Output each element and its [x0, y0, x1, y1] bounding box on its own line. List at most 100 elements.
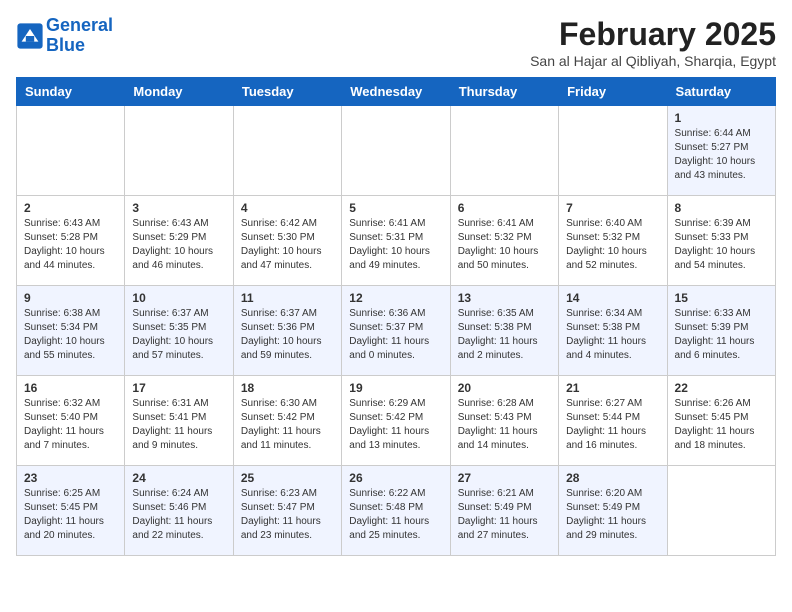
day-number: 15	[675, 291, 768, 305]
calendar-cell: 3 Sunrise: 6:43 AM Sunset: 5:29 PM Daylig…	[125, 196, 233, 286]
calendar-cell: 19 Sunrise: 6:29 AM Sunset: 5:42 PM Dayli…	[342, 376, 450, 466]
calendar-cell: 23Sunrise: 6:25 AM Sunset: 5:45 PM Dayli…	[17, 466, 125, 556]
day-number: 11	[241, 291, 334, 305]
page-header: General Blue February 2025 San al Hajar …	[16, 16, 776, 69]
day-info: Sunrise: 6:20 AM Sunset: 5:49 PM Dayligh…	[566, 487, 659, 543]
calendar-cell: 10Sunrise: 6:37 AM Sunset: 5:35 PM Dayli…	[125, 286, 233, 376]
day-info: Sunrise: 6:21 AM Sunset: 5:49 PM Dayligh…	[458, 487, 551, 543]
calendar-cell: 16 Sunrise: 6:32 AM Sunset: 5:40 PM Dayli…	[17, 376, 125, 466]
calendar-cell: 26 Sunrise: 6:22 AM Sunset: 5:48 PM Dayli…	[342, 466, 450, 556]
calendar-table: SundayMondayTuesdayWednesdayThursdayFrid…	[16, 77, 776, 556]
calendar-header-row: SundayMondayTuesdayWednesdayThursdayFrid…	[17, 78, 776, 106]
calendar-cell	[667, 466, 775, 556]
day-number: 6	[458, 201, 551, 215]
day-header-wednesday: Wednesday	[342, 78, 450, 106]
day-number: 18	[241, 381, 334, 395]
calendar-cell: 14 Sunrise: 6:34 AM Sunset: 5:38 PM Dayli…	[559, 286, 667, 376]
day-number: 5	[349, 201, 442, 215]
day-info: Sunrise: 6:24 AM Sunset: 5:46 PM Dayligh…	[132, 487, 225, 543]
calendar-cell: 17Sunrise: 6:31 AM Sunset: 5:41 PM Dayli…	[125, 376, 233, 466]
day-number: 22	[675, 381, 768, 395]
logo-text: General Blue	[46, 16, 113, 56]
day-number: 7	[566, 201, 659, 215]
day-number: 3	[132, 201, 225, 215]
day-info: Sunrise: 6:41 AM Sunset: 5:32 PM Dayligh…	[458, 217, 551, 273]
day-number: 16	[24, 381, 117, 395]
calendar-cell: 4 Sunrise: 6:42 AM Sunset: 5:30 PM Daylig…	[233, 196, 341, 286]
day-number: 28	[566, 471, 659, 485]
day-number: 25	[241, 471, 334, 485]
calendar-cell: 8 Sunrise: 6:39 AM Sunset: 5:33 PM Daylig…	[667, 196, 775, 286]
day-info: Sunrise: 6:44 AM Sunset: 5:27 PM Dayligh…	[675, 127, 768, 183]
calendar-cell: 11Sunrise: 6:37 AM Sunset: 5:36 PM Dayli…	[233, 286, 341, 376]
day-info: Sunrise: 6:40 AM Sunset: 5:32 PM Dayligh…	[566, 217, 659, 273]
calendar-body: 1Sunrise: 6:44 AM Sunset: 5:27 PM Daylig…	[17, 106, 776, 556]
calendar-cell: 2 Sunrise: 6:43 AM Sunset: 5:28 PM Daylig…	[17, 196, 125, 286]
subtitle: San al Hajar al Qibliyah, Sharqia, Egypt	[530, 53, 776, 69]
day-number: 19	[349, 381, 442, 395]
calendar-cell: 20Sunrise: 6:28 AM Sunset: 5:43 PM Dayli…	[450, 376, 558, 466]
day-number: 20	[458, 381, 551, 395]
day-number: 14	[566, 291, 659, 305]
day-header-sunday: Sunday	[17, 78, 125, 106]
day-info: Sunrise: 6:34 AM Sunset: 5:38 PM Dayligh…	[566, 307, 659, 363]
calendar-cell: 5 Sunrise: 6:41 AM Sunset: 5:31 PM Daylig…	[342, 196, 450, 286]
day-info: Sunrise: 6:43 AM Sunset: 5:28 PM Dayligh…	[24, 217, 117, 273]
calendar-cell	[125, 106, 233, 196]
day-number: 21	[566, 381, 659, 395]
calendar-week-row: 2 Sunrise: 6:43 AM Sunset: 5:28 PM Daylig…	[17, 196, 776, 286]
day-info: Sunrise: 6:43 AM Sunset: 5:29 PM Dayligh…	[132, 217, 225, 273]
logo: General Blue	[16, 16, 113, 56]
calendar-cell: 18Sunrise: 6:30 AM Sunset: 5:42 PM Dayli…	[233, 376, 341, 466]
day-info: Sunrise: 6:27 AM Sunset: 5:44 PM Dayligh…	[566, 397, 659, 453]
calendar-cell	[342, 106, 450, 196]
calendar-cell	[559, 106, 667, 196]
calendar-cell: 9Sunrise: 6:38 AM Sunset: 5:34 PM Daylig…	[17, 286, 125, 376]
day-info: Sunrise: 6:26 AM Sunset: 5:45 PM Dayligh…	[675, 397, 768, 453]
calendar-cell: 1Sunrise: 6:44 AM Sunset: 5:27 PM Daylig…	[667, 106, 775, 196]
calendar-cell: 28 Sunrise: 6:20 AM Sunset: 5:49 PM Dayli…	[559, 466, 667, 556]
day-info: Sunrise: 6:31 AM Sunset: 5:41 PM Dayligh…	[132, 397, 225, 453]
month-title: February 2025	[530, 16, 776, 53]
day-number: 4	[241, 201, 334, 215]
day-header-friday: Friday	[559, 78, 667, 106]
day-number: 9	[24, 291, 117, 305]
day-number: 27	[458, 471, 551, 485]
day-info: Sunrise: 6:35 AM Sunset: 5:38 PM Dayligh…	[458, 307, 551, 363]
day-number: 26	[349, 471, 442, 485]
day-info: Sunrise: 6:23 AM Sunset: 5:47 PM Dayligh…	[241, 487, 334, 543]
day-info: Sunrise: 6:32 AM Sunset: 5:40 PM Dayligh…	[24, 397, 117, 453]
day-number: 2	[24, 201, 117, 215]
calendar-cell: 15Sunrise: 6:33 AM Sunset: 5:39 PM Dayli…	[667, 286, 775, 376]
logo-icon	[16, 22, 44, 50]
day-info: Sunrise: 6:42 AM Sunset: 5:30 PM Dayligh…	[241, 217, 334, 273]
day-info: Sunrise: 6:36 AM Sunset: 5:37 PM Dayligh…	[349, 307, 442, 363]
calendar-cell: 27 Sunrise: 6:21 AM Sunset: 5:49 PM Dayli…	[450, 466, 558, 556]
calendar-cell: 13 Sunrise: 6:35 AM Sunset: 5:38 PM Dayli…	[450, 286, 558, 376]
day-header-tuesday: Tuesday	[233, 78, 341, 106]
calendar-cell: 22 Sunrise: 6:26 AM Sunset: 5:45 PM Dayli…	[667, 376, 775, 466]
calendar-week-row: 9Sunrise: 6:38 AM Sunset: 5:34 PM Daylig…	[17, 286, 776, 376]
day-number: 8	[675, 201, 768, 215]
calendar-cell: 12 Sunrise: 6:36 AM Sunset: 5:37 PM Dayli…	[342, 286, 450, 376]
day-header-monday: Monday	[125, 78, 233, 106]
calendar-week-row: 1Sunrise: 6:44 AM Sunset: 5:27 PM Daylig…	[17, 106, 776, 196]
day-header-thursday: Thursday	[450, 78, 558, 106]
calendar-cell: 21 Sunrise: 6:27 AM Sunset: 5:44 PM Dayli…	[559, 376, 667, 466]
calendar-cell: 7 Sunrise: 6:40 AM Sunset: 5:32 PM Daylig…	[559, 196, 667, 286]
calendar-cell	[233, 106, 341, 196]
calendar-cell: 25 Sunrise: 6:23 AM Sunset: 5:47 PM Dayli…	[233, 466, 341, 556]
day-info: Sunrise: 6:22 AM Sunset: 5:48 PM Dayligh…	[349, 487, 442, 543]
day-number: 24	[132, 471, 225, 485]
day-info: Sunrise: 6:29 AM Sunset: 5:42 PM Dayligh…	[349, 397, 442, 453]
calendar-cell	[17, 106, 125, 196]
day-number: 23	[24, 471, 117, 485]
day-info: Sunrise: 6:37 AM Sunset: 5:35 PM Dayligh…	[132, 307, 225, 363]
day-number: 13	[458, 291, 551, 305]
day-info: Sunrise: 6:41 AM Sunset: 5:31 PM Dayligh…	[349, 217, 442, 273]
calendar-week-row: 23Sunrise: 6:25 AM Sunset: 5:45 PM Dayli…	[17, 466, 776, 556]
calendar-cell	[450, 106, 558, 196]
day-info: Sunrise: 6:39 AM Sunset: 5:33 PM Dayligh…	[675, 217, 768, 273]
day-number: 12	[349, 291, 442, 305]
title-block: February 2025 San al Hajar al Qibliyah, …	[530, 16, 776, 69]
